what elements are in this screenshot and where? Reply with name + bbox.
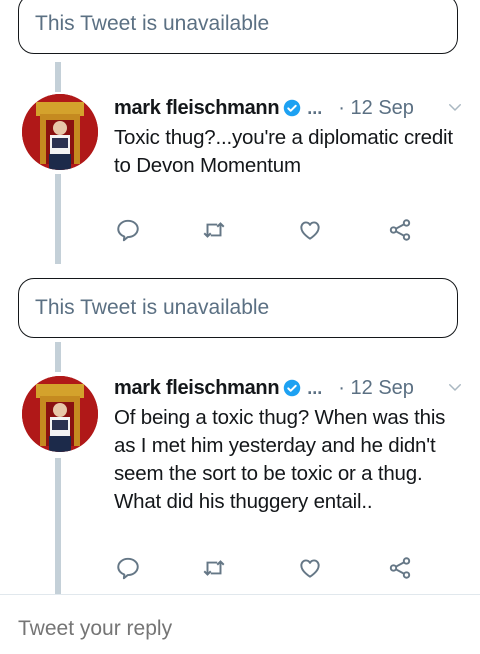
share-button[interactable]	[386, 216, 414, 244]
like-button[interactable]	[296, 216, 324, 244]
author-handle[interactable]: ...	[307, 378, 322, 399]
reply-icon	[117, 219, 139, 242]
chevron-down-icon[interactable]	[446, 98, 464, 116]
tweet-header: mark fleischmann ... · 12 Sep	[114, 94, 464, 122]
tweet-actions	[114, 554, 424, 582]
author-name[interactable]: mark fleischmann	[114, 377, 280, 400]
author-handle[interactable]: ...	[307, 98, 322, 119]
unavailable-tweet-notice[interactable]: This Tweet is unavailable	[18, 0, 458, 54]
share-button[interactable]	[386, 554, 414, 582]
share-icon	[389, 219, 411, 241]
chevron-down-icon[interactable]	[446, 378, 464, 396]
thread-line-2	[55, 342, 61, 372]
tweet-actions	[114, 216, 424, 244]
unavailable-text: This Tweet is unavailable	[35, 12, 270, 35]
unavailable-text: This Tweet is unavailable	[35, 296, 270, 319]
retweet-button[interactable]	[200, 554, 228, 582]
tweet-date[interactable]: · 12 Sep	[338, 97, 414, 120]
tweet-date[interactable]: · 12 Sep	[338, 377, 414, 400]
tweet[interactable]: mark fleischmann ... · 12 Sep Of being a…	[0, 374, 480, 584]
like-icon	[300, 221, 320, 240]
retweet-icon	[203, 560, 225, 576]
retweet-icon	[203, 222, 225, 238]
verified-badge-icon	[284, 379, 301, 397]
tweet[interactable]: mark fleischmann ... · 12 Sep Toxic thug…	[0, 94, 480, 254]
reply-icon	[117, 557, 139, 580]
like-button[interactable]	[296, 554, 324, 582]
tweet-text: Of being a toxic thug? When was this as …	[114, 406, 446, 513]
reply-button[interactable]	[114, 216, 142, 244]
verified-badge-icon	[284, 99, 301, 117]
thread-line-top	[55, 62, 61, 92]
reply-button[interactable]	[114, 554, 142, 582]
avatar[interactable]	[22, 376, 98, 452]
share-icon	[389, 557, 411, 579]
reply-bar	[0, 594, 480, 654]
retweet-button[interactable]	[200, 216, 228, 244]
reply-input[interactable]	[18, 617, 458, 641]
tweet-text: Toxic thug?...you're a diplomatic credit…	[114, 126, 453, 177]
tweet-header: mark fleischmann ... · 12 Sep	[114, 374, 464, 402]
unavailable-tweet-notice[interactable]: This Tweet is unavailable	[18, 278, 458, 338]
avatar[interactable]	[22, 94, 98, 170]
like-icon	[300, 559, 320, 578]
author-name[interactable]: mark fleischmann	[114, 97, 280, 120]
